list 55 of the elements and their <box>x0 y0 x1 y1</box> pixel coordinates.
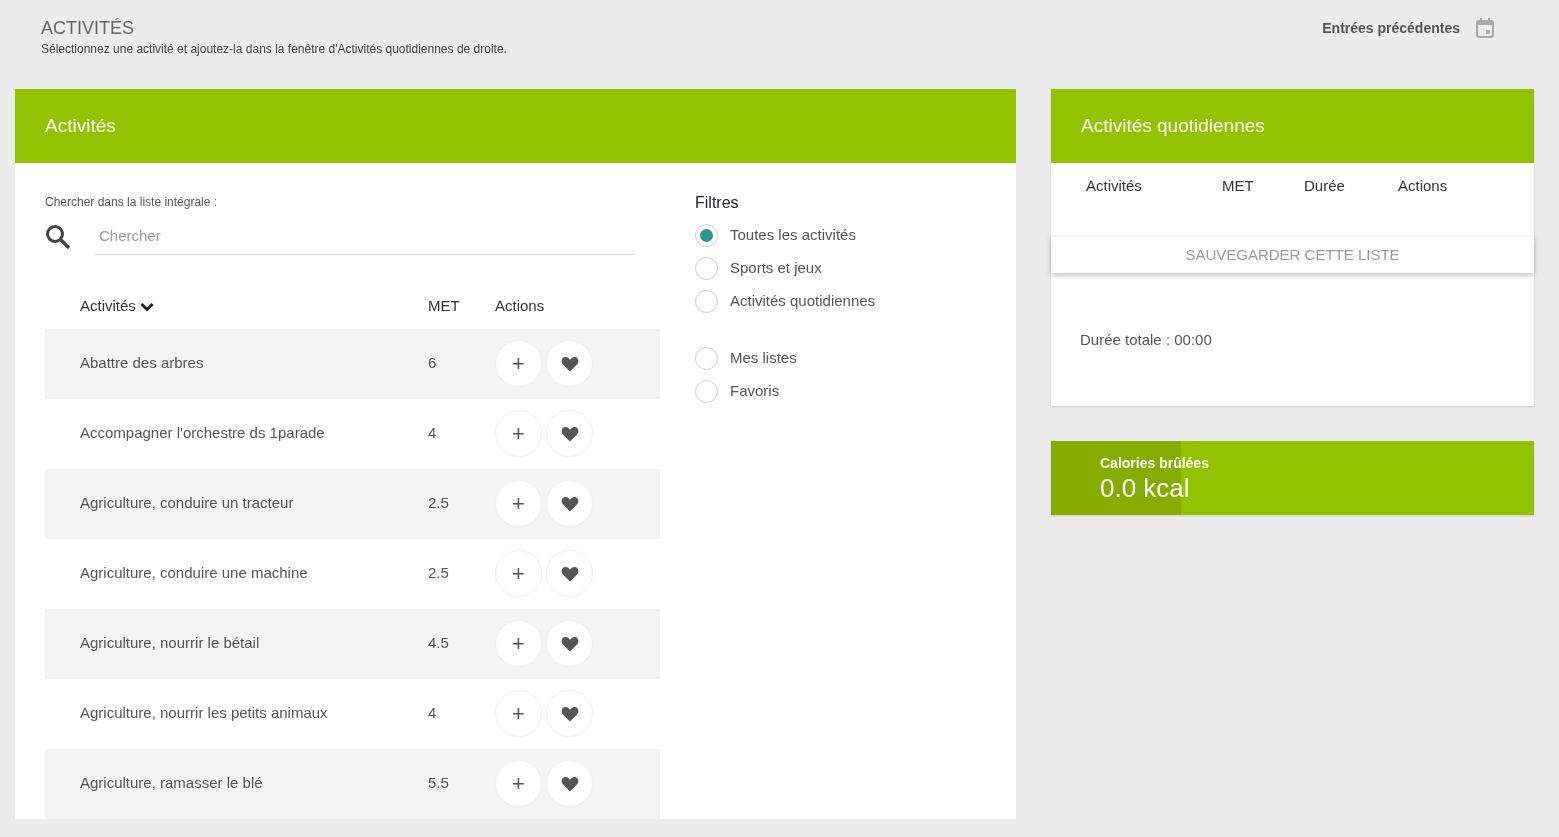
heart-icon <box>560 495 579 512</box>
met-value: 2.5 <box>428 564 449 582</box>
met-value: 5.5 <box>428 774 449 792</box>
filters-title: Filtres <box>695 193 740 213</box>
heart-icon <box>560 775 579 792</box>
activity-name: Agriculture, conduire un tracteur <box>80 494 294 512</box>
panel-header: Activités quotidiennes <box>1051 89 1534 163</box>
calories-value: 0.0 kcal <box>1100 473 1191 503</box>
activity-name: Agriculture, conduire une machine <box>80 564 308 582</box>
met-value: 4 <box>428 424 437 442</box>
column-header: MET <box>1222 176 1254 194</box>
panel-header: Activités <box>15 89 1016 163</box>
total-duration: Durée totale : 00:00 <box>1079 330 1213 350</box>
heart-icon <box>560 355 579 372</box>
met-value: 2.5 <box>428 494 449 512</box>
heart-icon <box>560 565 579 582</box>
search-label: Chercher dans la liste intégrale : <box>45 194 219 211</box>
column-header: Durée <box>1304 176 1345 194</box>
activity-name: Agriculture, ramasser le blé <box>80 774 263 792</box>
met-value: 4 <box>428 704 437 722</box>
calories-label: Calories brûlées <box>1100 453 1210 473</box>
page-title: ACTIVITÉS <box>41 18 135 40</box>
heart-icon <box>560 425 579 442</box>
favorite-button[interactable] <box>546 410 593 457</box>
column-header: Actions <box>495 296 545 317</box>
add-button[interactable]: + <box>495 690 542 737</box>
column-header: MET <box>428 297 460 315</box>
met-value: 6 <box>428 354 437 372</box>
radio-label: Favoris <box>730 381 780 402</box>
heart-icon <box>560 705 579 722</box>
add-button[interactable]: + <box>495 760 542 807</box>
add-button[interactable]: + <box>495 480 542 527</box>
favorite-button[interactable] <box>546 550 593 597</box>
add-button[interactable]: + <box>495 340 542 387</box>
met-value: 4.5 <box>428 634 449 652</box>
activity-name: Abattre des arbres <box>80 354 204 372</box>
heart-icon <box>560 635 579 652</box>
favorite-button[interactable] <box>546 690 593 737</box>
search-icon <box>45 223 71 250</box>
activity-name: Accompagner l'orchestre ds 1parade <box>80 424 325 442</box>
add-button[interactable]: + <box>495 620 542 667</box>
radio-label: Toutes les activités <box>730 225 856 246</box>
add-button[interactable]: + <box>495 410 542 457</box>
activity-name: Agriculture, nourrir les petits animaux <box>80 704 328 722</box>
column-header: Activités <box>80 296 136 317</box>
radio-label: Sports et jeux <box>730 258 822 279</box>
activity-name: Agriculture, nourrir le bétail <box>80 634 260 652</box>
column-header: Activités <box>1086 176 1142 194</box>
page-subtitle: Sélectionnez une activité et ajoutez-la dans la fenêtre d'Activités quotidiennes de droite. <box>41 40 507 58</box>
add-button[interactable]: + <box>495 550 542 597</box>
sort-chevron-icon[interactable] <box>139 301 154 312</box>
column-header: Actions <box>1398 176 1448 194</box>
previous-entries-link[interactable]: Entrées précédentes <box>1322 18 1460 39</box>
radio-label: Activités quotidiennes <box>730 291 876 312</box>
radio-label: Mes listes <box>730 348 797 369</box>
